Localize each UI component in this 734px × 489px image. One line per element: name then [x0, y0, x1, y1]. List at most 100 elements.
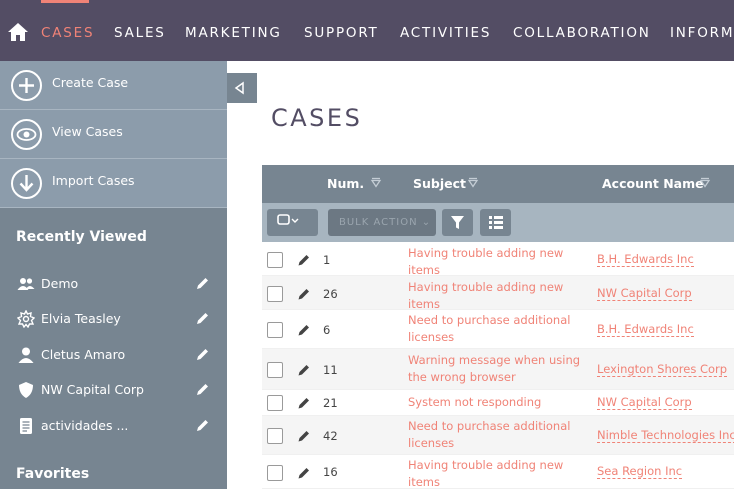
table-row: 11 Warning message when using the wrong …: [262, 349, 734, 390]
case-subject-link[interactable]: Having trouble adding new items: [408, 245, 592, 279]
case-number: 1: [323, 253, 331, 267]
account-name-link[interactable]: B.H. Edwards Inc: [597, 322, 694, 337]
list-icon: [489, 216, 503, 229]
account-name-link[interactable]: Lexington Shores Corp: [597, 362, 728, 377]
recently-viewed-heading: Recently Viewed: [16, 229, 147, 245]
sort-icon[interactable]: [370, 177, 382, 189]
nav-collaboration[interactable]: COLLABORATION: [513, 25, 651, 41]
recent-item-actividades[interactable]: actividades ...: [0, 412, 227, 440]
create-case-label: Create Case: [52, 75, 129, 90]
column-header-account-name[interactable]: Account Name: [602, 176, 704, 191]
import-cases-button[interactable]: Import Cases: [0, 159, 227, 208]
bulk-action-button[interactable]: BULK ACTION ⌄: [328, 209, 436, 236]
pencil-icon[interactable]: [195, 311, 210, 326]
pencil-icon[interactable]: [297, 323, 311, 337]
table-row: 1 Having trouble adding new items B.H. E…: [262, 242, 734, 279]
table-row: 21 System not responding NW Capital Corp: [262, 390, 734, 416]
filter-button[interactable]: [442, 209, 473, 236]
nav-support[interactable]: SUPPORT: [304, 25, 379, 41]
column-header-subject[interactable]: Subject: [413, 176, 466, 191]
case-subject-link[interactable]: Need to purchase additional licenses: [408, 418, 592, 452]
account-name-link[interactable]: NW Capital Corp: [597, 286, 692, 301]
nav-inform[interactable]: INFORM: [670, 25, 734, 41]
document-icon: [20, 418, 32, 434]
recent-item-nw-capital-corp[interactable]: NW Capital Corp: [0, 376, 227, 404]
select-dropdown-button[interactable]: [267, 209, 318, 236]
row-checkbox[interactable]: [267, 465, 283, 481]
users-icon: [17, 278, 35, 290]
case-subject-link[interactable]: Warning message when using the wrong bro…: [408, 352, 592, 386]
row-checkbox[interactable]: [267, 286, 283, 302]
case-subject-link[interactable]: Having trouble adding new items: [408, 279, 592, 313]
pencil-icon[interactable]: [195, 347, 210, 362]
pencil-icon[interactable]: [195, 418, 210, 433]
row-checkbox[interactable]: [267, 322, 283, 338]
pencil-icon[interactable]: [297, 396, 311, 410]
table-row: 6 Need to purchase additional licenses B…: [262, 310, 734, 349]
case-number: 42: [323, 429, 338, 443]
row-checkbox[interactable]: [267, 252, 283, 268]
sort-icon[interactable]: [699, 177, 711, 189]
favorites-heading: Favorites: [16, 466, 90, 482]
bulk-action-label: BULK ACTION: [339, 217, 418, 228]
sidebar-collapse-button[interactable]: [227, 73, 257, 103]
table-row: 26 Having trouble adding new items NW Ca…: [262, 276, 734, 313]
plus-icon: [11, 70, 42, 101]
top-navigation-bar: CASES SALES MARKETING SUPPORT ACTIVITIES…: [0, 0, 734, 61]
sidebar: Create Case View Cases Import Cases Rece…: [0, 61, 227, 489]
account-name-link[interactable]: Nimble Technologies Inc: [597, 428, 734, 443]
case-number: 6: [323, 323, 331, 337]
recent-item-label: actividades ...: [41, 418, 129, 433]
table-row: 16 Having trouble adding new items Sea R…: [262, 455, 734, 489]
row-checkbox[interactable]: [267, 395, 283, 411]
arrow-down-icon: [11, 168, 42, 199]
import-cases-label: Import Cases: [52, 173, 135, 188]
pencil-icon[interactable]: [297, 429, 311, 443]
pencil-icon[interactable]: [297, 287, 311, 301]
case-number: 21: [323, 396, 338, 410]
view-cases-label: View Cases: [52, 124, 123, 139]
row-checkbox[interactable]: [267, 362, 283, 378]
nav-sales[interactable]: SALES: [114, 25, 166, 41]
pencil-icon[interactable]: [195, 382, 210, 397]
recent-item-label: Demo: [41, 276, 79, 291]
table-row: 42 Need to purchase additional licenses …: [262, 416, 734, 455]
account-name-link[interactable]: Sea Region Inc: [597, 464, 683, 479]
recent-item-demo[interactable]: Demo: [0, 270, 227, 298]
pencil-icon[interactable]: [195, 276, 210, 291]
gear-icon: [17, 310, 35, 328]
case-number: 26: [323, 287, 338, 301]
nav-activities[interactable]: ACTIVITIES: [400, 25, 491, 41]
column-header-num[interactable]: Num.: [327, 176, 364, 191]
triangle-left-icon: [234, 81, 244, 95]
eye-icon: [11, 119, 42, 150]
recent-item-label: Elvia Teasley: [41, 311, 121, 326]
nav-cases[interactable]: CASES: [41, 0, 94, 41]
case-subject-link[interactable]: Having trouble adding new items: [408, 457, 592, 489]
shield-icon: [19, 382, 33, 398]
case-subject-link[interactable]: System not responding: [408, 394, 592, 411]
case-subject-link[interactable]: Need to purchase additional licenses: [408, 312, 592, 346]
row-checkbox[interactable]: [267, 428, 283, 444]
nav-marketing[interactable]: MARKETING: [185, 25, 282, 41]
recent-item-label: Cletus Amaro: [41, 347, 126, 362]
column-chooser-button[interactable]: [480, 209, 511, 236]
home-icon[interactable]: [7, 21, 29, 43]
account-name-link[interactable]: NW Capital Corp: [597, 395, 692, 410]
filter-icon: [451, 216, 464, 229]
recent-item-elvia-teasley[interactable]: Elvia Teasley: [0, 305, 227, 333]
person-icon: [18, 347, 34, 363]
pencil-icon[interactable]: [297, 466, 311, 480]
list-toolbar: BULK ACTION ⌄: [262, 203, 734, 242]
pencil-icon[interactable]: [297, 363, 311, 377]
view-cases-button[interactable]: View Cases: [0, 110, 227, 159]
pencil-icon[interactable]: [297, 253, 311, 267]
account-name-link[interactable]: B.H. Edwards Inc: [597, 252, 694, 267]
recent-item-label: NW Capital Corp: [41, 382, 144, 397]
recent-item-cletus-amaro[interactable]: Cletus Amaro: [0, 341, 227, 369]
create-case-button[interactable]: Create Case: [0, 61, 227, 110]
checkbox-dropdown-icon: [277, 214, 299, 225]
case-number: 16: [323, 465, 338, 479]
sort-icon[interactable]: [467, 177, 479, 189]
table-header: Num. Subject Account Name: [262, 165, 734, 203]
